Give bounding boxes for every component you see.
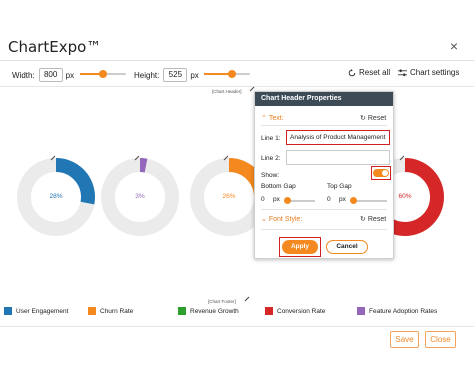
chart-header-tag[interactable]: [Chart Header]	[212, 89, 242, 94]
width-slider[interactable]	[80, 70, 126, 78]
donut-edit-pencil-icon[interactable]	[134, 155, 140, 161]
line1-input[interactable]: Analysis of Product Management	[286, 130, 390, 145]
width-slider-handle[interactable]	[99, 70, 107, 78]
close-button[interactable]: Close	[425, 331, 456, 348]
reset-all-button[interactable]: Reset all	[348, 68, 390, 77]
show-label: Show:	[261, 172, 280, 179]
top-gap-slider[interactable]	[350, 197, 387, 204]
font-style-section-label: Font Style:	[268, 215, 303, 223]
height-unit: px	[190, 70, 199, 80]
legend-swatch	[178, 307, 186, 315]
chevron-up-icon: ⌃	[261, 115, 267, 122]
chart-header-properties-panel: Chart Header Properties ⌃ Text: ↻ Reset …	[254, 91, 394, 259]
legend-swatch	[88, 307, 96, 315]
reset-icon	[348, 68, 356, 76]
bottom-gap-label: Bottom Gap	[261, 183, 296, 190]
section-divider	[261, 125, 387, 126]
bottom-gap-value[interactable]: 0	[261, 196, 265, 203]
top-gap-unit: px	[339, 196, 346, 203]
legend-swatch	[357, 307, 365, 315]
top-gap-value[interactable]: 0	[327, 196, 331, 203]
legend-label: Feature Adoption Rates	[369, 307, 438, 315]
chart-legend: User Engagement Churn Rate Revenue Growth C…	[0, 307, 474, 319]
legend-item[interactable]: User Engagement	[4, 307, 68, 315]
toolbar: Width: 800 px Height: 525 px Reset all C…	[0, 64, 474, 86]
cancel-button[interactable]: Cancel	[326, 240, 368, 254]
chevron-down-icon: ⌄	[261, 216, 267, 223]
legend-label: User Engagement	[16, 307, 69, 315]
line2-label: Line 2:	[261, 155, 281, 162]
font-style-section-toggle[interactable]: ⌄ Font Style:	[261, 215, 303, 224]
donut-edit-pencil-icon[interactable]	[50, 155, 56, 161]
text-section-toggle[interactable]: ⌃ Text:	[261, 114, 284, 123]
reset-icon: ↻	[360, 216, 366, 223]
width-label: Width:	[12, 70, 35, 80]
footer-divider	[0, 326, 474, 327]
section-divider	[261, 229, 387, 230]
donut-percent-label: 60%	[398, 193, 412, 200]
legend-item[interactable]: Feature Adoption Rates	[357, 307, 437, 315]
text-reset-label: Reset	[367, 114, 387, 122]
reset-icon: ↻	[360, 115, 366, 122]
footer-edit-pencil-icon[interactable]	[244, 296, 250, 302]
save-button[interactable]: Save	[390, 331, 419, 348]
apply-button[interactable]: Apply	[282, 240, 318, 254]
bottom-gap-slider[interactable]	[284, 197, 315, 204]
width-input[interactable]: 800	[38, 68, 63, 82]
chart-settings-label: Chart settings	[410, 68, 460, 77]
legend-label: Revenue Growth	[190, 307, 239, 315]
toolbar-divider	[0, 86, 474, 87]
legend-item[interactable]: Churn Rate	[88, 307, 133, 315]
text-section-label: Text:	[268, 114, 284, 122]
width-control: Width: 800 px	[12, 68, 74, 82]
height-control: Height: 525 px	[134, 68, 199, 82]
show-toggle[interactable]	[373, 169, 389, 177]
bottom-gap-slider-handle[interactable]	[284, 197, 291, 204]
height-slider[interactable]	[204, 70, 250, 78]
legend-swatch	[4, 307, 12, 315]
close-icon[interactable]: ×	[450, 38, 458, 54]
donut-percent-label: 3%	[135, 193, 145, 200]
width-unit: px	[65, 70, 75, 80]
legend-item[interactable]: Conversion Rate	[265, 307, 325, 315]
donut-edit-pencil-icon[interactable]	[399, 155, 405, 161]
title-divider	[0, 60, 474, 61]
section-divider	[261, 209, 387, 210]
legend-item[interactable]: Revenue Growth	[178, 307, 239, 315]
app-title: ChartExpo™	[8, 38, 102, 56]
height-label: Height:	[134, 70, 160, 80]
font-reset-label: Reset	[367, 215, 387, 223]
donut-edit-pencil-icon[interactable]	[223, 155, 229, 161]
text-reset-button[interactable]: ↻ Reset	[360, 114, 387, 123]
legend-swatch	[265, 307, 273, 315]
height-input[interactable]: 525	[163, 68, 188, 82]
donut-percent-label: 26%	[222, 193, 236, 200]
chart-settings-button[interactable]: Chart settings	[398, 68, 459, 77]
bottom-gap-unit: px	[273, 196, 280, 203]
panel-title: Chart Header Properties	[255, 92, 393, 106]
donut-percent-label: 28%	[49, 193, 63, 200]
line1-label: Line 1:	[261, 135, 281, 142]
height-slider-handle[interactable]	[227, 70, 236, 78]
font-reset-button[interactable]: ↻ Reset	[360, 215, 387, 224]
chart-footer-tag[interactable]: [Chart Footer]	[208, 299, 236, 304]
line2-input[interactable]	[286, 150, 390, 165]
legend-label: Conversion Rate	[277, 307, 326, 315]
legend-label: Churn Rate	[100, 307, 134, 315]
top-gap-slider-handle[interactable]	[350, 197, 357, 204]
top-gap-label: Top Gap	[327, 183, 352, 190]
settings-sliders-icon	[398, 68, 407, 76]
reset-all-label: Reset all	[359, 68, 391, 77]
